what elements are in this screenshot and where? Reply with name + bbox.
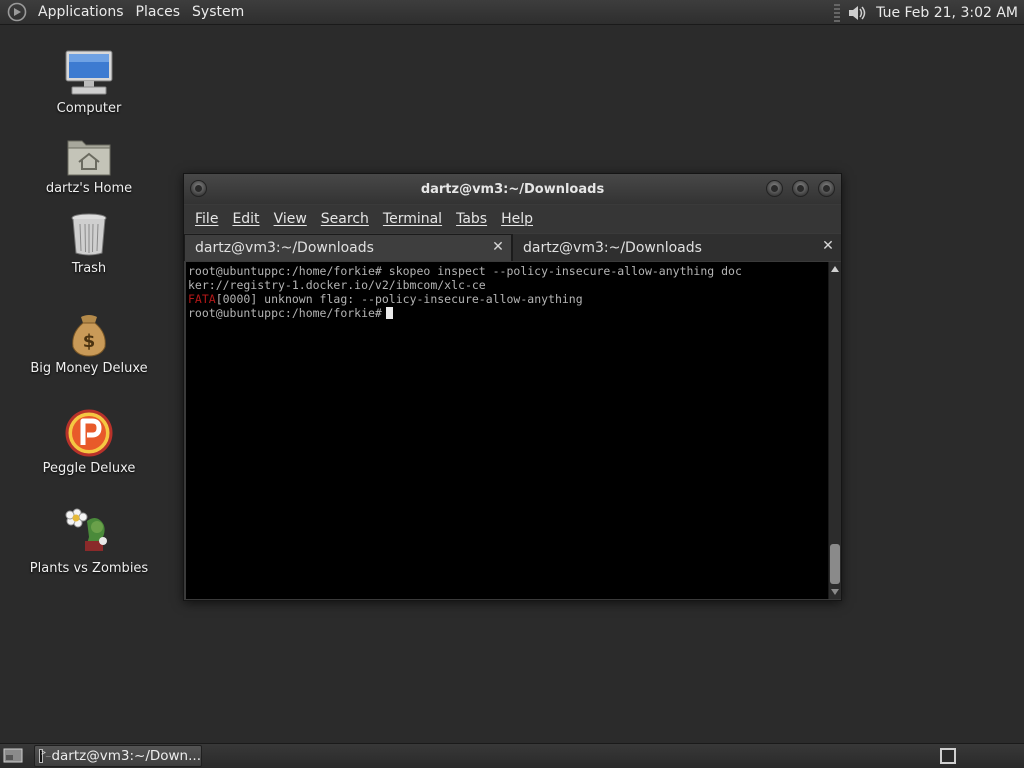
gnome-foot-icon[interactable]: [6, 1, 28, 23]
taskbar-terminal-button[interactable]: dartz@vm3:~/Down...: [34, 745, 202, 767]
tab-1[interactable]: dartz@vm3:~/Downloads ✕: [184, 234, 512, 261]
terminal-output[interactable]: root@ubuntuppc:/home/forkie# skopeo insp…: [186, 262, 828, 599]
top-panel: Applications Places System Tue Feb 21, 3…: [0, 0, 1024, 25]
close-button[interactable]: [818, 180, 835, 197]
system-menu[interactable]: System: [186, 4, 250, 20]
desktop-icon-label: Trash: [71, 261, 107, 276]
peggle-icon: [63, 405, 115, 457]
menu-file[interactable]: File: [190, 211, 227, 227]
error-tag: FATA: [188, 292, 216, 306]
menu-search[interactable]: Search: [316, 211, 378, 227]
taskbar-label: dartz@vm3:~/Down...: [51, 748, 201, 764]
terminal-prompt-line: root@ubuntuppc:/home/forkie#: [188, 306, 828, 320]
scroll-up-icon[interactable]: [831, 266, 839, 272]
terminal-line: ker://registry-1.docker.io/v2/ibmcom/xlc…: [188, 278, 486, 292]
clock[interactable]: Tue Feb 21, 3:02 AM: [876, 5, 1018, 21]
workspace-switcher[interactable]: [940, 748, 956, 764]
desktop-icon-label: Big Money Deluxe: [30, 361, 148, 376]
text-cursor: [385, 307, 393, 319]
tab-2[interactable]: dartz@vm3:~/Downloads ✕: [512, 234, 841, 261]
menu-view[interactable]: View: [269, 211, 316, 227]
menu-help[interactable]: Help: [496, 211, 542, 227]
computer-icon: [63, 45, 115, 97]
tab-label: dartz@vm3:~/Downloads: [523, 239, 702, 256]
tab-bar: dartz@vm3:~/Downloads ✕ dartz@vm3:~/Down…: [184, 234, 841, 261]
show-desktop-icon[interactable]: [3, 747, 23, 765]
desktop-icon-computer[interactable]: Computer: [19, 45, 159, 116]
tab-close-icon[interactable]: ✕: [821, 239, 835, 253]
scroll-down-icon[interactable]: [831, 589, 839, 595]
desktop-icon-peggle[interactable]: Peggle Deluxe: [19, 405, 159, 476]
bottom-panel: dartz@vm3:~/Down...: [0, 743, 1024, 768]
applications-menu[interactable]: Applications: [32, 4, 130, 20]
menu-terminal[interactable]: Terminal: [378, 211, 451, 227]
tab-close-icon[interactable]: ✕: [491, 240, 505, 254]
svg-text:$: $: [83, 331, 96, 352]
tab-label: dartz@vm3:~/Downloads: [195, 240, 374, 256]
money-bag-icon: $: [63, 305, 115, 357]
terminal-window[interactable]: dartz@vm3:~/Downloads File Edit View Sea…: [183, 173, 842, 601]
window-titlebar[interactable]: dartz@vm3:~/Downloads: [184, 174, 841, 204]
places-menu[interactable]: Places: [130, 4, 187, 20]
desktop-icon-label: Computer: [56, 101, 122, 116]
terminal-scrollbar[interactable]: [828, 262, 841, 599]
trash-icon: [63, 205, 115, 257]
desktop-icon-pvz[interactable]: Plants vs Zombies: [19, 505, 159, 576]
terminal-menubar: File Edit View Search Terminal Tabs Help: [184, 205, 841, 233]
desktop-icon-label: Peggle Deluxe: [42, 461, 136, 476]
desktop-icon-home[interactable]: dartz's Home: [19, 125, 159, 196]
error-message: [0000] unknown flag: --policy-insecure-a…: [215, 292, 583, 306]
menu-edit[interactable]: Edit: [227, 211, 268, 227]
desktop-icon-label: Plants vs Zombies: [29, 561, 149, 576]
plants-vs-zombies-icon: [63, 505, 115, 557]
desktop-icon-trash[interactable]: Trash: [19, 205, 159, 276]
terminal-line: root@ubuntuppc:/home/forkie# skopeo insp…: [188, 264, 742, 278]
desktop-icon-big-money[interactable]: $ Big Money Deluxe: [19, 305, 159, 376]
terminal-icon: [39, 748, 52, 763]
volume-icon[interactable]: [846, 2, 868, 24]
desktop-icon-label: dartz's Home: [45, 181, 133, 196]
terminal-line: FATA[0000] unknown flag: --policy-insecu…: [188, 292, 828, 306]
window-menu-button[interactable]: [190, 180, 207, 197]
prompt: root@ubuntuppc:/home/forkie#: [188, 306, 382, 320]
home-folder-icon: [63, 125, 115, 177]
window-title: dartz@vm3:~/Downloads: [420, 181, 605, 197]
panel-grip: [834, 3, 841, 22]
minimize-button[interactable]: [766, 180, 783, 197]
scrollbar-thumb[interactable]: [830, 544, 840, 584]
menu-tabs[interactable]: Tabs: [451, 211, 496, 227]
maximize-button[interactable]: [792, 180, 809, 197]
